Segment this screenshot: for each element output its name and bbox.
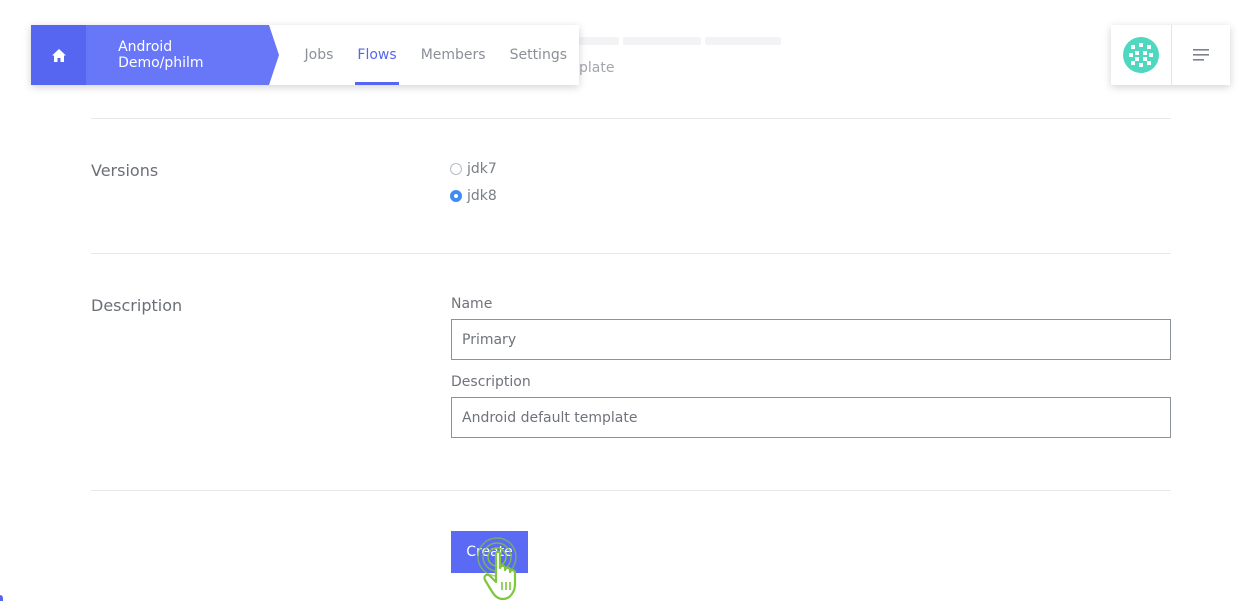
name-field-label: Name (451, 296, 493, 312)
section-divider (91, 490, 1171, 491)
tab-settings[interactable]: Settings (498, 25, 579, 85)
versions-label: Versions (91, 161, 159, 180)
radio-label: jdk8 (467, 188, 497, 204)
name-input[interactable] (451, 319, 1171, 360)
radio-jdk8[interactable]: jdk8 (450, 188, 497, 204)
radio-label: jdk7 (467, 161, 497, 177)
section-divider (91, 253, 1171, 254)
background-placeholder (579, 30, 789, 45)
menu-button[interactable] (1172, 25, 1230, 85)
tab-flows[interactable]: Flows (345, 25, 408, 85)
edge-indicator (0, 595, 3, 601)
identicon-avatar (1123, 37, 1159, 73)
home-button[interactable] (31, 25, 87, 85)
description-section-label: Description (91, 296, 183, 315)
breadcrumb-project[interactable]: Android Demo/philm (86, 25, 269, 85)
section-divider (91, 118, 1171, 119)
radio-unchecked-icon (450, 163, 462, 175)
top-navigation: Android Demo/philm Jobs Flows Members Se… (31, 25, 579, 85)
tab-members[interactable]: Members (409, 25, 498, 85)
description-input[interactable] (451, 397, 1171, 438)
tab-jobs[interactable]: Jobs (293, 25, 346, 85)
breadcrumb-arrow (268, 25, 279, 85)
home-icon (51, 48, 66, 62)
create-button[interactable]: Create (451, 531, 528, 573)
background-ghost-text: plate (579, 60, 615, 76)
nav-tabs: Jobs Flows Members Settings (293, 25, 579, 85)
breadcrumb-label: Android Demo/philm (118, 39, 204, 71)
header-right-panel (1111, 25, 1230, 85)
radio-jdk7[interactable]: jdk7 (450, 161, 497, 177)
description-field-label: Description (451, 374, 531, 390)
avatar[interactable] (1111, 25, 1172, 85)
radio-checked-icon (450, 190, 462, 202)
hamburger-menu-icon (1193, 49, 1209, 61)
